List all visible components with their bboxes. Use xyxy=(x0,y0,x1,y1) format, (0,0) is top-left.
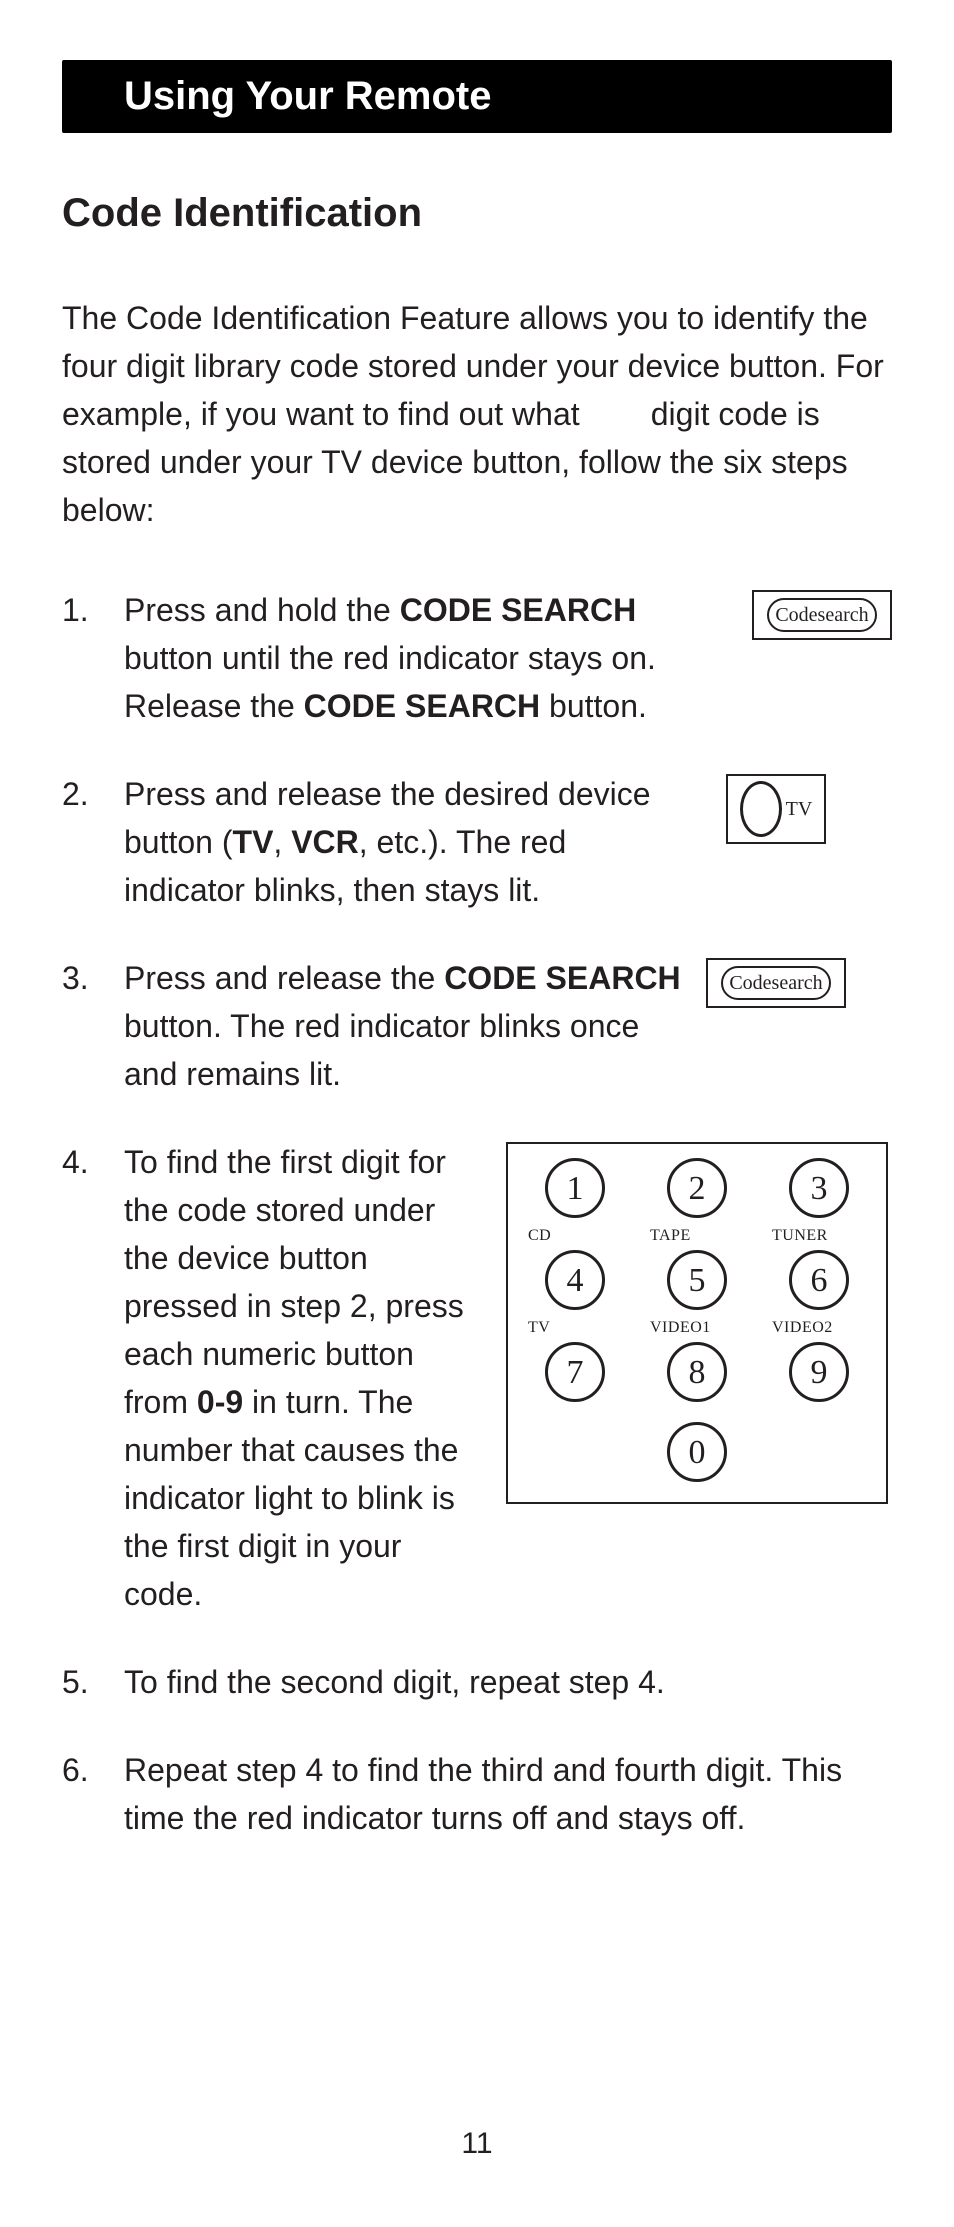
tv-button-oval-icon xyxy=(740,781,782,837)
key-1: 1 xyxy=(545,1158,605,1218)
step-1-text-e: button. xyxy=(540,688,647,724)
steps-list: Press and hold the CODE SEARCH button un… xyxy=(62,586,892,1842)
step-4-text-a: To find the first digit for the code sto… xyxy=(124,1144,464,1420)
step-3-bold: CODE SEARCH xyxy=(444,960,680,996)
codesearch-pill-2: Codesearch xyxy=(721,966,830,1000)
step-2-bold-1: TV xyxy=(233,824,274,860)
codesearch-button-illustration: Codesearch xyxy=(752,590,892,640)
key-label-video2: VIDEO2 xyxy=(772,1316,866,1336)
key-label-video1: VIDEO1 xyxy=(650,1316,744,1336)
page-header-bar: Using Your Remote xyxy=(62,60,892,133)
step-5-text: To find the second digit, repeat step 4. xyxy=(124,1664,665,1700)
section-heading: Code Identification xyxy=(62,191,892,236)
step-1-bold-2: CODE SEARCH xyxy=(304,688,540,724)
key-3: 3 xyxy=(789,1158,849,1218)
key-9: 9 xyxy=(789,1342,849,1402)
key-2: 2 xyxy=(667,1158,727,1218)
step-3-text-c: button. The red indicator blinks once an… xyxy=(124,1008,639,1092)
step-3-text-a: Press and release the xyxy=(124,960,444,996)
key-7: 7 xyxy=(545,1342,605,1402)
step-1: Press and hold the CODE SEARCH button un… xyxy=(62,586,892,730)
step-3: Press and release the CODE SEARCH button… xyxy=(62,954,892,1098)
codesearch-button-illustration-2: Codesearch xyxy=(706,958,846,1008)
intro-paragraph: The Code Identification Feature allows y… xyxy=(62,294,892,534)
step-5: To find the second digit, repeat step 4. xyxy=(62,1658,892,1706)
key-label-tv: TV xyxy=(528,1316,622,1336)
tv-button-label: TV xyxy=(786,794,813,824)
key-label-tape: TAPE xyxy=(650,1224,744,1244)
step-1-bold-1: CODE SEARCH xyxy=(400,592,636,628)
key-label-cd: CD xyxy=(528,1224,622,1244)
step-4: To find the first digit for the code sto… xyxy=(62,1138,892,1618)
intro-spacer xyxy=(580,396,651,432)
step-6-text: Repeat step 4 to find the third and four… xyxy=(124,1752,842,1836)
numeric-keypad-illustration: 1 2 3 CD TAPE TUNER 4 5 6 TV VIDEO1 VIDE… xyxy=(506,1142,888,1504)
key-0: 0 xyxy=(667,1422,727,1482)
step-2-bold-2: VCR xyxy=(291,824,359,860)
key-5: 5 xyxy=(667,1250,727,1310)
tv-button-illustration: TV xyxy=(726,774,826,844)
page-number: 11 xyxy=(0,2127,954,2161)
step-1-text-a: Press and hold the xyxy=(124,592,400,628)
step-4-bold: 0-9 xyxy=(197,1384,243,1420)
codesearch-pill: Codesearch xyxy=(767,598,876,632)
key-6: 6 xyxy=(789,1250,849,1310)
step-6: Repeat step 4 to find the third and four… xyxy=(62,1746,892,1842)
key-8: 8 xyxy=(667,1342,727,1402)
key-label-tuner: TUNER xyxy=(772,1224,866,1244)
step-2-text-c: , xyxy=(273,824,291,860)
step-2: Press and release the desired device but… xyxy=(62,770,892,914)
key-4: 4 xyxy=(545,1250,605,1310)
